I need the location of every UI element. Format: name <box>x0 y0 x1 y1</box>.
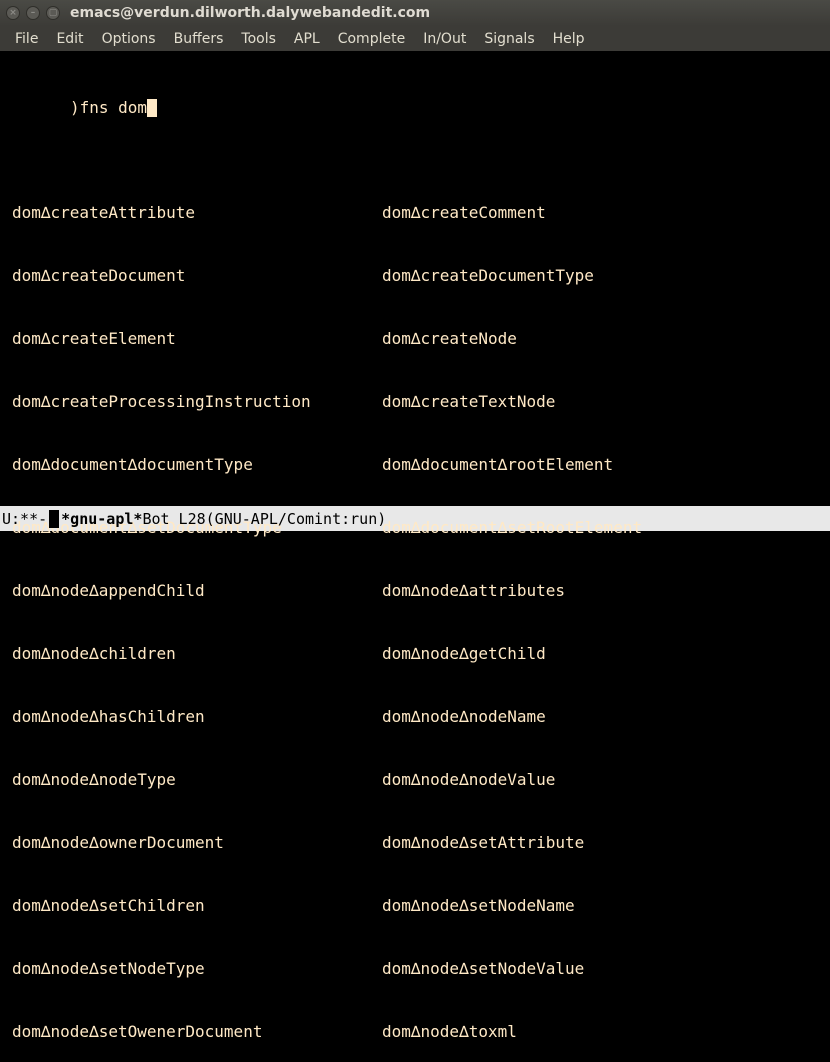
close-icon[interactable]: × <box>6 6 20 20</box>
fn-name: dom∆document∆rootElement <box>382 454 752 475</box>
emacs-buffer[interactable]: )fns dom dom∆createAttribute dom∆createD… <box>0 51 830 506</box>
modeline-cursor <box>49 510 59 528</box>
minimize-icon[interactable]: – <box>26 6 40 20</box>
window-title: emacs@verdun.dilworth.dalywebandedit.com <box>70 5 430 21</box>
fn-name: dom∆node∆children <box>12 643 382 664</box>
mode-status: U:**- <box>2 510 47 528</box>
fn-list-left: dom∆createAttribute dom∆createDocument d… <box>12 160 382 1062</box>
menu-inout[interactable]: In/Out <box>414 29 475 49</box>
menu-help[interactable]: Help <box>544 29 594 49</box>
fn-name: dom∆node∆ownerDocument <box>12 832 382 853</box>
fn-name: dom∆node∆nodeType <box>12 769 382 790</box>
fn-name: dom∆node∆nodeValue <box>382 769 752 790</box>
fn-name: dom∆createDocument <box>12 265 382 286</box>
fn-name: dom∆createAttribute <box>12 202 382 223</box>
fn-name: dom∆node∆toxml <box>382 1021 752 1042</box>
fn-name: dom∆createComment <box>382 202 752 223</box>
menu-file[interactable]: File <box>6 29 47 49</box>
menu-signals[interactable]: Signals <box>475 29 543 49</box>
window-titlebar: × – ▢ emacs@verdun.dilworth.dalywebanded… <box>0 0 830 26</box>
fn-name: dom∆node∆attributes <box>382 580 752 601</box>
menu-buffers[interactable]: Buffers <box>165 29 233 49</box>
mode-major-mode: (GNU-APL/Comint:run) <box>206 510 387 528</box>
fn-name: dom∆node∆setOwenerDocument <box>12 1021 382 1042</box>
fn-name: dom∆createProcessingInstruction <box>12 391 382 412</box>
fn-name: dom∆node∆getChild <box>382 643 752 664</box>
fn-name: dom∆document∆setRootElement <box>382 517 752 538</box>
fn-list-right: dom∆createComment dom∆createDocumentType… <box>382 160 752 1062</box>
menu-edit[interactable]: Edit <box>47 29 92 49</box>
mode-buffer-name: *gnu-apl* <box>61 510 142 528</box>
text-cursor <box>147 99 157 117</box>
menu-options[interactable]: Options <box>93 29 165 49</box>
menu-complete[interactable]: Complete <box>329 29 414 49</box>
menu-apl[interactable]: APL <box>285 29 329 49</box>
fn-name: dom∆node∆setNodeValue <box>382 958 752 979</box>
fn-name: dom∆createNode <box>382 328 752 349</box>
fn-name: dom∆node∆setNodeName <box>382 895 752 916</box>
fn-name: dom∆createElement <box>12 328 382 349</box>
mode-position: Bot L28 <box>142 510 205 528</box>
prompt-command: )fns dom <box>70 98 147 117</box>
fn-name: dom∆node∆hasChildren <box>12 706 382 727</box>
fn-name: dom∆node∆nodeName <box>382 706 752 727</box>
fn-name: dom∆node∆setAttribute <box>382 832 752 853</box>
fn-name: dom∆node∆setNodeType <box>12 958 382 979</box>
menubar: File Edit Options Buffers Tools APL Comp… <box>0 26 830 51</box>
fn-name: dom∆node∆appendChild <box>12 580 382 601</box>
fn-name: dom∆node∆setChildren <box>12 895 382 916</box>
fn-name: dom∆createTextNode <box>382 391 752 412</box>
fn-name: dom∆document∆documentType <box>12 454 382 475</box>
fn-name: dom∆createDocumentType <box>382 265 752 286</box>
maximize-icon[interactable]: ▢ <box>46 6 60 20</box>
menu-tools[interactable]: Tools <box>232 29 285 49</box>
